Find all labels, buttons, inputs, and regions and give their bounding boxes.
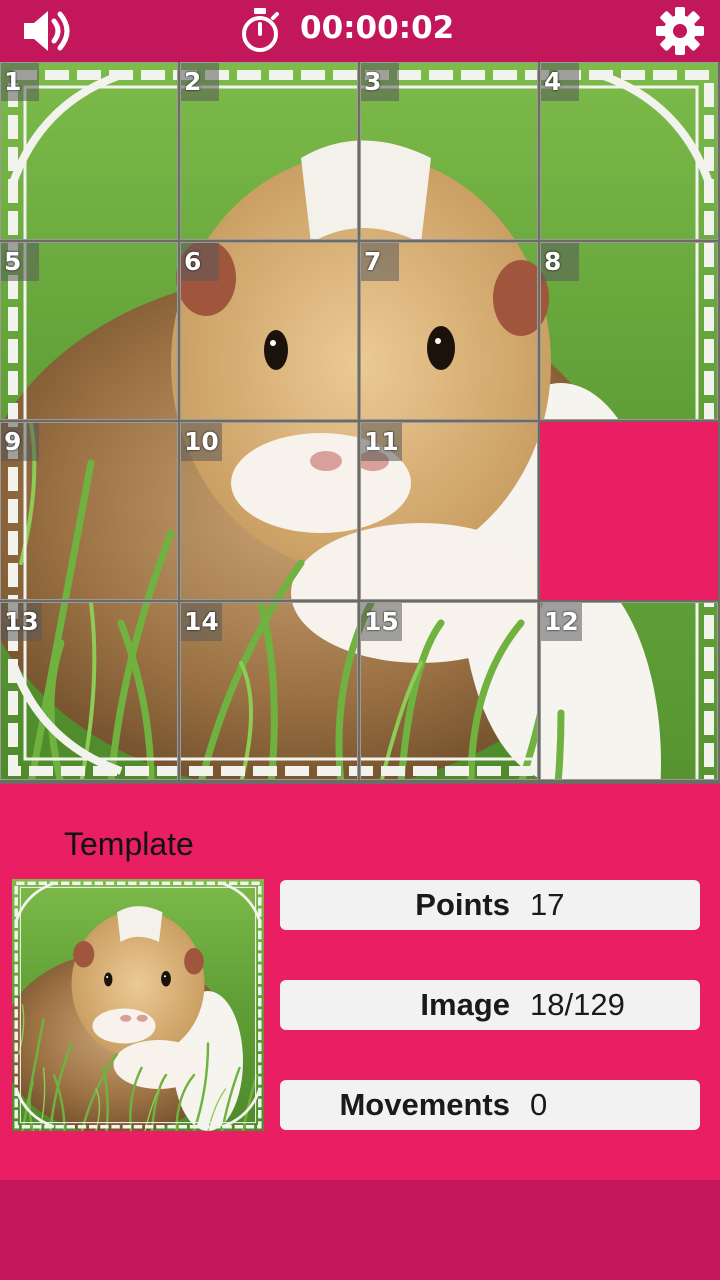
- tile-number: 10: [181, 423, 222, 461]
- tile-number: 12: [541, 603, 582, 641]
- puzzle-tile[interactable]: 7: [360, 242, 538, 420]
- movements-label: Movements: [339, 1087, 510, 1122]
- puzzle-tile[interactable]: 14: [180, 602, 358, 780]
- movements-box: Movements 0: [280, 1080, 700, 1130]
- puzzle-tile[interactable]: 8: [540, 242, 718, 420]
- puzzle-tile[interactable]: 11: [360, 422, 538, 600]
- puzzle-tile[interactable]: 13: [0, 602, 178, 780]
- puzzle-tile[interactable]: 10: [180, 422, 358, 600]
- puzzle-tile[interactable]: 12: [540, 602, 718, 780]
- tile-number: 14: [181, 603, 222, 641]
- tile-number: 9: [1, 423, 39, 461]
- puzzle-tile[interactable]: 5: [0, 242, 178, 420]
- points-box: Points 17: [280, 880, 700, 930]
- puzzle-tile[interactable]: 15: [360, 602, 538, 780]
- sound-toggle-button[interactable]: [18, 6, 74, 56]
- gear-icon: [656, 7, 704, 55]
- tile-number: 1: [1, 63, 39, 101]
- puzzle-tile[interactable]: 1: [0, 62, 178, 240]
- puzzle-tile[interactable]: 4: [540, 62, 718, 240]
- info-panel: Template Points 17 Image 18/129 Movement…: [0, 784, 720, 1180]
- tile-number: 3: [361, 63, 399, 101]
- template-preview-image: [12, 879, 264, 1131]
- tile-number: 7: [361, 243, 399, 281]
- elapsed-timer: 00:00:02: [300, 10, 455, 46]
- tile-number: 8: [541, 243, 579, 281]
- tile-number: 11: [361, 423, 402, 461]
- puzzle-tile[interactable]: 2: [180, 62, 358, 240]
- puzzle-tile[interactable]: 3: [360, 62, 538, 240]
- empty-slot: [540, 422, 718, 600]
- points-label: Points: [415, 887, 510, 922]
- speaker-icon: [24, 11, 70, 51]
- stopwatch-icon: [238, 6, 282, 54]
- image-value: 18/129: [530, 987, 625, 1022]
- image-label: Image: [420, 987, 510, 1022]
- tile-number: 4: [541, 63, 579, 101]
- puzzle-tile[interactable]: 6: [180, 242, 358, 420]
- tile-number: 13: [1, 603, 42, 641]
- image-box: Image 18/129: [280, 980, 700, 1030]
- top-bar: 00:00:02: [0, 0, 720, 62]
- puzzle-tile[interactable]: 9: [0, 422, 178, 600]
- movements-value: 0: [530, 1087, 548, 1122]
- settings-button[interactable]: [652, 4, 708, 58]
- bottom-bar: [0, 1180, 720, 1280]
- template-label: Template: [64, 826, 194, 862]
- tile-number: 6: [181, 243, 219, 281]
- puzzle-board: 1 2 3 4 5 6 7 8 9 10 11 13 14 15 12: [0, 62, 720, 784]
- tile-number: 15: [361, 603, 402, 641]
- tile-number: 5: [1, 243, 39, 281]
- tile-number: 2: [181, 63, 219, 101]
- points-value: 17: [530, 887, 565, 922]
